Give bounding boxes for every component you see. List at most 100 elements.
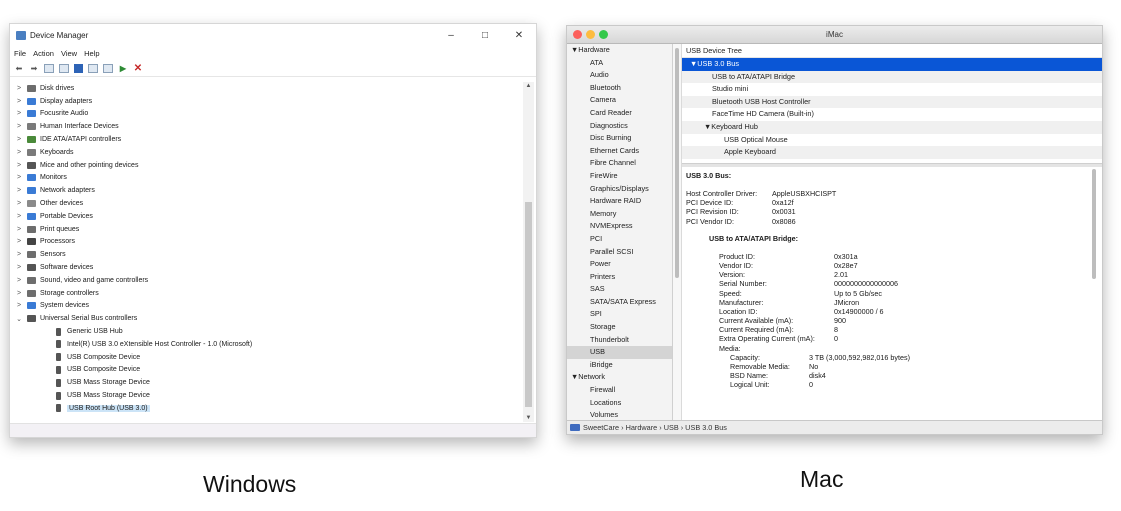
chevron-right-icon[interactable]: >	[14, 174, 24, 181]
sidebar-item[interactable]: SAS	[567, 283, 672, 296]
chevron-right-icon[interactable]: >	[14, 136, 24, 143]
menu-action[interactable]: Action	[33, 49, 54, 58]
uninstall-x-icon[interactable]: ✕	[133, 63, 143, 73]
help-icon[interactable]	[74, 63, 83, 73]
scroll-thumb[interactable]	[525, 202, 532, 407]
sidebar-item[interactable]: Printers	[567, 271, 672, 284]
sidebar-section-header[interactable]: ▼Network	[567, 371, 672, 384]
sidebar-item[interactable]: Fibre Channel	[567, 157, 672, 170]
sidebar-item[interactable]: Ethernet Cards	[567, 145, 672, 158]
device-category[interactable]: > Storage controllers	[14, 287, 519, 300]
sidebar-item[interactable]: Locations	[567, 397, 672, 410]
chevron-right-icon[interactable]: >	[14, 226, 24, 233]
usb-device-item[interactable]: USB Root Hub (USB 3.0)	[14, 402, 519, 415]
usb-device-item[interactable]: USB Mass Storage Device	[14, 376, 519, 389]
usb-tree-item[interactable]: ▼Keyboard Hub	[682, 120, 1102, 134]
sidebar-item[interactable]: USB	[567, 346, 672, 359]
chevron-right-icon[interactable]: >	[14, 123, 24, 130]
usb-device-item[interactable]: USB Mass Storage Device	[14, 389, 519, 402]
device-category[interactable]: > Processors	[14, 236, 519, 249]
usb-tree-item[interactable]: USB Optical Mouse	[682, 134, 1102, 147]
usb-tree-item[interactable]: FaceTime HD Camera (Built-in)	[682, 108, 1102, 121]
sidebar-item[interactable]: Thunderbolt	[567, 334, 672, 347]
sidebar-item[interactable]: iBridge	[567, 359, 672, 372]
device-category[interactable]: > System devices	[14, 300, 519, 313]
device-category[interactable]: > Print queues	[14, 223, 519, 236]
chevron-right-icon[interactable]: >	[14, 200, 24, 207]
usb-tree-item[interactable]: ▼USB 3.0 Bus	[682, 58, 1102, 71]
device-category[interactable]: > Other devices	[14, 197, 519, 210]
device-category[interactable]: > Network adapters	[14, 184, 519, 197]
sidebar-item[interactable]: Card Reader	[567, 107, 672, 120]
usb-device-item[interactable]: Generic USB Hub	[14, 325, 519, 338]
sidebar-item[interactable]: Diagnostics	[567, 120, 672, 133]
chevron-right-icon[interactable]: >	[14, 85, 24, 92]
back-arrow-icon[interactable]: ⬅	[14, 64, 24, 73]
sidebar-item[interactable]: Camera	[567, 94, 672, 107]
device-category[interactable]: > Monitors	[14, 172, 519, 185]
chevron-right-icon[interactable]: >	[14, 290, 24, 297]
chevron-down-icon[interactable]: ⌄	[14, 315, 24, 323]
path-text[interactable]: SweetCare › Hardware › USB › USB 3.0 Bus	[583, 421, 727, 434]
sidebar-item[interactable]: Graphics/Displays	[567, 183, 672, 196]
device-category[interactable]: > Portable Devices	[14, 210, 519, 223]
usb-tree-item[interactable]: Bluetooth USB Host Controller	[682, 95, 1102, 109]
sidebar-scrollbar[interactable]	[673, 44, 682, 420]
sidebar-item[interactable]: Hardware RAID	[567, 195, 672, 208]
zoom-dot-icon[interactable]	[599, 30, 608, 39]
sidebar-item[interactable]: SATA/SATA Express	[567, 296, 672, 309]
monitor-icon[interactable]	[103, 63, 113, 73]
close-dot-icon[interactable]	[573, 30, 582, 39]
sidebar-item[interactable]: ATA	[567, 57, 672, 70]
list-icon[interactable]	[88, 63, 98, 73]
sidebar-section-header[interactable]: ▼Hardware	[567, 44, 672, 57]
properties-icon[interactable]	[44, 63, 54, 73]
chevron-right-icon[interactable]: >	[14, 264, 24, 271]
sidebar-item[interactable]: Disc Burning	[567, 132, 672, 145]
close-button[interactable]: ✕	[502, 30, 536, 41]
device-category[interactable]: > Keyboards	[14, 146, 519, 159]
device-category[interactable]: > Display adapters	[14, 95, 519, 108]
sidebar-item[interactable]: NVMExpress	[567, 220, 672, 233]
device-category[interactable]: > Focusrite Audio	[14, 108, 519, 121]
chevron-right-icon[interactable]: >	[14, 302, 24, 309]
scroll-up-icon[interactable]: ▲	[523, 83, 534, 89]
chevron-right-icon[interactable]: >	[14, 110, 24, 117]
device-category[interactable]: > IDE ATA/ATAPI controllers	[14, 133, 519, 146]
device-category[interactable]: > Mice and other pointing devices	[14, 159, 519, 172]
chevron-right-icon[interactable]: >	[14, 149, 24, 156]
usb-device-item[interactable]: Intel(R) USB 3.0 eXtensible Host Control…	[14, 338, 519, 351]
usb-tree-item[interactable]: Studio mini	[682, 83, 1102, 96]
sidebar-scroll-thumb[interactable]	[675, 48, 679, 278]
usb-tree-item[interactable]: Apple Keyboard	[682, 146, 1102, 159]
sidebar-item[interactable]: Power	[567, 258, 672, 271]
device-category[interactable]: > Human Interface Devices	[14, 120, 519, 133]
sidebar-item[interactable]: Parallel SCSI	[567, 246, 672, 259]
usb-device-item[interactable]: USB Composite Device	[14, 351, 519, 364]
tree-icon[interactable]	[59, 63, 69, 73]
sidebar-item[interactable]: Memory	[567, 208, 672, 221]
vertical-scrollbar[interactable]: ▲ ▼	[523, 82, 534, 422]
device-category[interactable]: ⌄ Universal Serial Bus controllers	[14, 312, 519, 325]
minimize-button[interactable]: –	[434, 30, 468, 41]
sidebar-item[interactable]: PCI	[567, 233, 672, 246]
scroll-down-icon[interactable]: ▼	[523, 415, 534, 421]
usb-tree-item[interactable]: USB to ATA/ATAPI Bridge	[682, 70, 1102, 84]
sidebar-item[interactable]: Volumes	[567, 409, 672, 420]
device-category[interactable]: > Disk drives	[14, 82, 519, 95]
chevron-right-icon[interactable]: >	[14, 213, 24, 220]
sidebar-item[interactable]: Audio	[567, 69, 672, 82]
sidebar-item[interactable]: Firewall	[567, 384, 672, 397]
chevron-right-icon[interactable]: >	[14, 98, 24, 105]
menu-file[interactable]: File	[14, 49, 26, 58]
chevron-right-icon[interactable]: >	[14, 251, 24, 258]
device-category[interactable]: > Sound, video and game controllers	[14, 274, 519, 287]
chevron-right-icon[interactable]: >	[14, 187, 24, 194]
enable-device-icon[interactable]: ▶	[118, 64, 128, 73]
sidebar-item[interactable]: Storage	[567, 321, 672, 334]
device-category[interactable]: > Software devices	[14, 261, 519, 274]
chevron-right-icon[interactable]: >	[14, 162, 24, 169]
chevron-right-icon[interactable]: >	[14, 238, 24, 245]
usb-device-item[interactable]: USB Composite Device	[14, 364, 519, 377]
detail-scrollbar[interactable]	[1089, 167, 1099, 419]
